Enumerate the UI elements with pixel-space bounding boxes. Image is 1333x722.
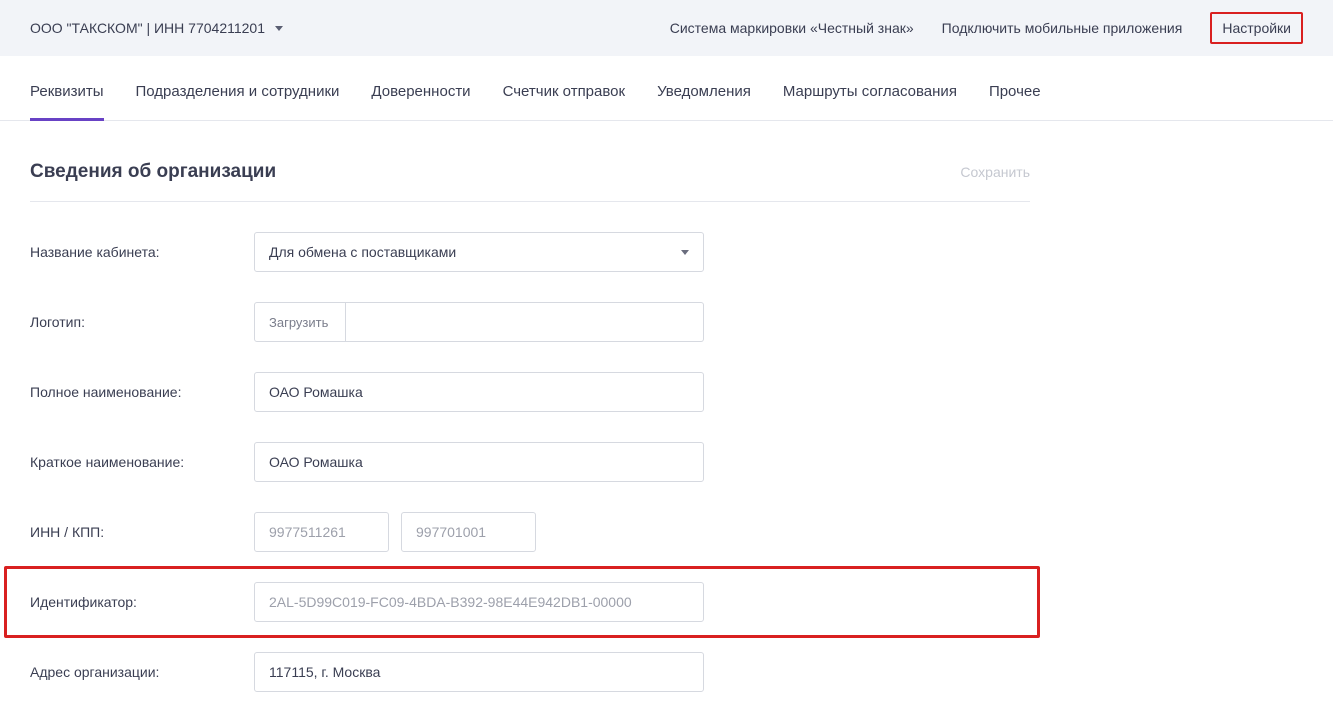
short-name-input[interactable] xyxy=(254,442,704,482)
row-logo: Логотип: Загрузить xyxy=(30,302,1030,342)
chevron-down-icon xyxy=(275,26,283,31)
tab-counter[interactable]: Счетчик отправок xyxy=(503,65,626,120)
label-full-name: Полное наименование: xyxy=(30,384,254,400)
tab-requisites[interactable]: Реквизиты xyxy=(30,65,104,120)
content: Сведения об организации Сохранить Назван… xyxy=(0,121,1060,722)
label-cabinet-name: Название кабинета: xyxy=(30,244,254,260)
label-short-name: Краткое наименование: xyxy=(30,454,254,470)
org-selector[interactable]: ООО "ТАКСКОМ" | ИНН 7704211201 xyxy=(30,20,283,36)
logo-upload-button[interactable]: Загрузить xyxy=(254,302,346,342)
save-button[interactable]: Сохранить xyxy=(960,164,1030,180)
chevron-down-icon xyxy=(681,250,689,255)
section-header: Сведения об организации Сохранить xyxy=(30,161,1030,202)
link-mobile-apps[interactable]: Подключить мобильные приложения xyxy=(942,20,1183,36)
identifier-input[interactable] xyxy=(254,582,704,622)
full-name-input[interactable] xyxy=(254,372,704,412)
row-inn-kpp: ИНН / КПП: xyxy=(30,512,1030,552)
tabs: Реквизиты Подразделения и сотрудники Дов… xyxy=(30,65,1303,120)
tabs-bar: Реквизиты Подразделения и сотрудники Дов… xyxy=(0,65,1333,121)
label-inn-kpp: ИНН / КПП: xyxy=(30,524,254,540)
section-title: Сведения об организации xyxy=(30,161,276,183)
cabinet-name-value: Для обмена с поставщиками xyxy=(269,244,456,260)
org-address-input[interactable] xyxy=(254,652,704,692)
tab-notifications[interactable]: Уведомления xyxy=(657,65,751,120)
label-org-address: Адрес организации: xyxy=(30,664,254,680)
tab-powers[interactable]: Доверенности xyxy=(371,65,470,120)
row-identifier: Идентификатор: xyxy=(30,582,1030,622)
row-cabinet-name: Название кабинета: Для обмена с поставщи… xyxy=(30,232,1030,272)
tab-routes[interactable]: Маршруты согласования xyxy=(783,65,957,120)
label-identifier: Идентификатор: xyxy=(30,594,254,610)
tab-other[interactable]: Прочее xyxy=(989,65,1041,120)
tab-divisions[interactable]: Подразделения и сотрудники xyxy=(136,65,340,120)
link-settings[interactable]: Настройки xyxy=(1210,12,1303,44)
top-bar: ООО "ТАКСКОМ" | ИНН 7704211201 Система м… xyxy=(0,0,1333,56)
cabinet-name-select[interactable]: Для обмена с поставщиками xyxy=(254,232,704,272)
inn-input[interactable] xyxy=(254,512,389,552)
row-full-name: Полное наименование: xyxy=(30,372,1030,412)
link-marking-system[interactable]: Система маркировки «Честный знак» xyxy=(670,20,914,36)
top-links: Система маркировки «Честный знак» Подклю… xyxy=(670,12,1303,44)
row-org-address: Адрес организации: xyxy=(30,652,1030,692)
row-short-name: Краткое наименование: xyxy=(30,442,1030,482)
label-logo: Логотип: xyxy=(30,314,254,330)
kpp-input[interactable] xyxy=(401,512,536,552)
org-label: ООО "ТАКСКОМ" | ИНН 7704211201 xyxy=(30,20,265,36)
logo-filename-field xyxy=(346,302,704,342)
